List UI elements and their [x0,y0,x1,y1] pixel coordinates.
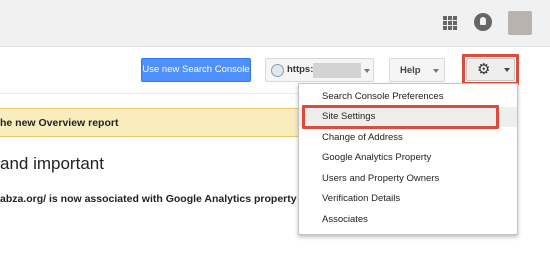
chevron-down-icon [364,69,370,73]
chevron-down-icon [433,69,439,73]
site-url-text: https: [287,64,314,75]
menu-item-associates[interactable]: Associates [299,210,517,230]
help-label: Help [400,65,421,76]
menu-item-search-console-preferences[interactable]: Search Console Preferences [299,87,517,107]
google-topbar [0,0,550,47]
toolbar-divider [0,93,298,94]
menu-item-users-and-property-owners[interactable]: Users and Property Owners [299,169,517,189]
use-new-search-console-button[interactable]: Use new Search Console [141,58,251,82]
notice-banner: he new Overview report [0,108,310,137]
help-button[interactable]: Help [389,58,445,82]
settings-button-highlight [462,54,519,85]
menu-item-google-analytics-property[interactable]: Google Analytics Property [299,148,517,168]
notifications-icon[interactable] [474,13,492,31]
association-message: abza.org/ is now associated with Google … [0,193,308,205]
banner-text: he new Overview report [0,117,119,129]
redacted-url-block [313,63,361,78]
menu-item-change-of-address[interactable]: Change of Address [299,128,517,148]
globe-icon [271,64,284,77]
menu-item-verification-details[interactable]: Verification Details [299,189,517,209]
site-selector-dropdown[interactable]: https: [265,58,374,82]
avatar[interactable] [508,11,532,35]
apps-grid-icon[interactable] [443,16,457,30]
site-settings-highlight [302,105,499,129]
section-heading: and important [0,154,104,173]
